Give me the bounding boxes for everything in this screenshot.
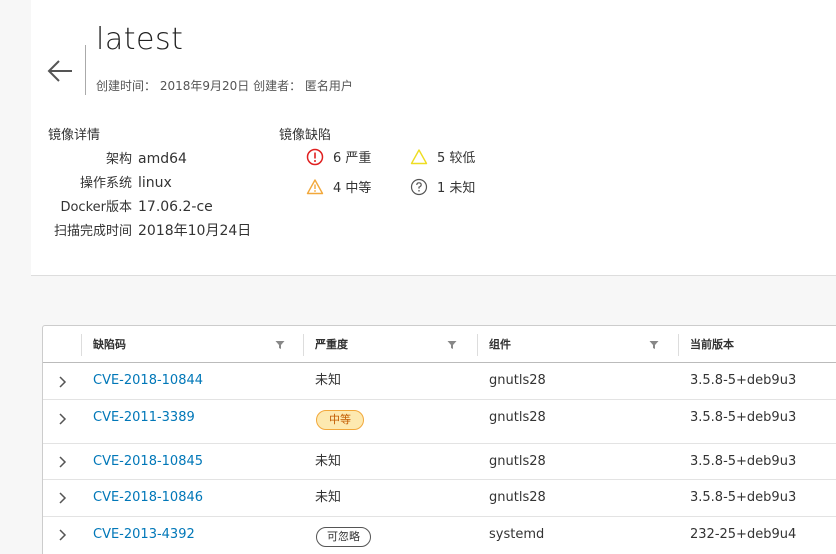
table-header: 缺陷码 严重度 组件 当前版本 [43, 326, 836, 363]
severity-text: 未知 [315, 454, 342, 469]
critical-count: 6 严重 [306, 147, 371, 166]
column-header-severity[interactable]: 严重度 [315, 326, 348, 363]
cve-link[interactable]: CVE-2018-10844 [93, 363, 203, 399]
back-arrow-icon[interactable] [46, 57, 74, 85]
detail-row-arch: 架构 amd64 [46, 148, 346, 167]
scan-time-label: 扫描完成时间 [53, 224, 132, 239]
expand-chevron-icon[interactable] [57, 528, 67, 542]
table-row: CVE-2018-10845 未知 gnutls28 3.5.8-5+deb9u… [43, 444, 836, 480]
medium-warning-icon [306, 178, 324, 194]
low-count: 5 较低 [410, 147, 475, 166]
version-text: 3.5.8-5+deb9u3 [690, 373, 797, 388]
expand-chevron-icon[interactable] [57, 491, 67, 505]
component-text: gnutls28 [489, 410, 546, 425]
medium-label: 4 中等 [333, 181, 372, 196]
header-separator [477, 334, 478, 356]
header-separator [303, 334, 304, 356]
table-row: CVE-2011-3389 中等 gnutls28 3.5.8-5+deb9u3 [43, 400, 836, 444]
column-header-cve[interactable]: 缺陷码 [93, 326, 126, 363]
severity-badge-medium: 中等 [316, 410, 364, 430]
component-text: gnutls28 [489, 373, 546, 388]
cve-link[interactable]: CVE-2018-10846 [93, 480, 203, 516]
header-separator [678, 334, 679, 356]
os-label: 操作系统 [79, 176, 132, 191]
table-row: CVE-2013-4392 可忽略 systemd 232-25+deb9u4 [43, 517, 836, 554]
image-details-title: 镜像详情 [48, 128, 101, 143]
os-value: linux [138, 175, 172, 191]
unknown-count: 1 未知 [410, 177, 475, 196]
critical-icon [306, 148, 324, 165]
detail-row-os: 操作系统 linux [46, 172, 346, 191]
column-header-version[interactable]: 当前版本 [690, 326, 734, 363]
title-divider [85, 45, 86, 95]
filter-icon[interactable] [275, 340, 285, 350]
creation-meta: 创建时间： 2018年9月20日 创建者： 匿名用户 [96, 79, 353, 93]
version-text: 3.5.8-5+deb9u3 [690, 454, 797, 469]
image-vulnerabilities-title: 镜像缺陷 [279, 128, 332, 143]
expand-chevron-icon[interactable] [57, 455, 67, 469]
header-separator [81, 334, 82, 356]
low-label: 5 较低 [437, 151, 476, 166]
scan-time-value: 2018年10月24日 [138, 223, 252, 239]
arch-label: 架构 [105, 152, 132, 167]
filter-icon[interactable] [447, 340, 457, 350]
unknown-label: 1 未知 [437, 181, 476, 196]
detail-row-docker: Docker版本 17.06.2-ce [46, 196, 346, 215]
component-text: systemd [489, 527, 545, 542]
severity-text: 未知 [315, 373, 342, 388]
unknown-icon [410, 178, 428, 195]
cve-link[interactable]: CVE-2013-4392 [93, 517, 195, 553]
table-row: CVE-2018-10846 未知 gnutls28 3.5.8-5+deb9u… [43, 480, 836, 517]
severity-text: 未知 [315, 490, 342, 505]
table-row: CVE-2018-10844 未知 gnutls28 3.5.8-5+deb9u… [43, 363, 836, 400]
low-warning-icon [410, 148, 428, 164]
detail-row-scan-time: 扫描完成时间 2018年10月24日 [46, 220, 346, 240]
cve-link[interactable]: CVE-2011-3389 [93, 400, 195, 436]
docker-label: Docker版本 [60, 200, 132, 215]
component-text: gnutls28 [489, 454, 546, 469]
severity-badge-negligible: 可忽略 [316, 527, 371, 547]
expand-chevron-icon[interactable] [57, 375, 67, 389]
page-title: latest [96, 22, 184, 57]
filter-icon[interactable] [649, 340, 659, 350]
docker-value: 17.06.2-ce [138, 199, 213, 215]
arch-value: amd64 [138, 151, 187, 167]
expand-chevron-icon[interactable] [57, 412, 67, 426]
component-text: gnutls28 [489, 490, 546, 505]
vulnerability-table: 缺陷码 严重度 组件 当前版本 CVE-2018-10844 未知 gnutls… [42, 325, 836, 554]
column-header-component[interactable]: 组件 [489, 326, 511, 363]
cve-link[interactable]: CVE-2018-10845 [93, 444, 203, 480]
version-text: 3.5.8-5+deb9u3 [690, 490, 797, 505]
critical-label: 6 严重 [333, 151, 372, 166]
version-text: 232-25+deb9u4 [690, 527, 797, 542]
medium-count: 4 中等 [306, 177, 371, 196]
version-text: 3.5.8-5+deb9u3 [690, 410, 797, 425]
